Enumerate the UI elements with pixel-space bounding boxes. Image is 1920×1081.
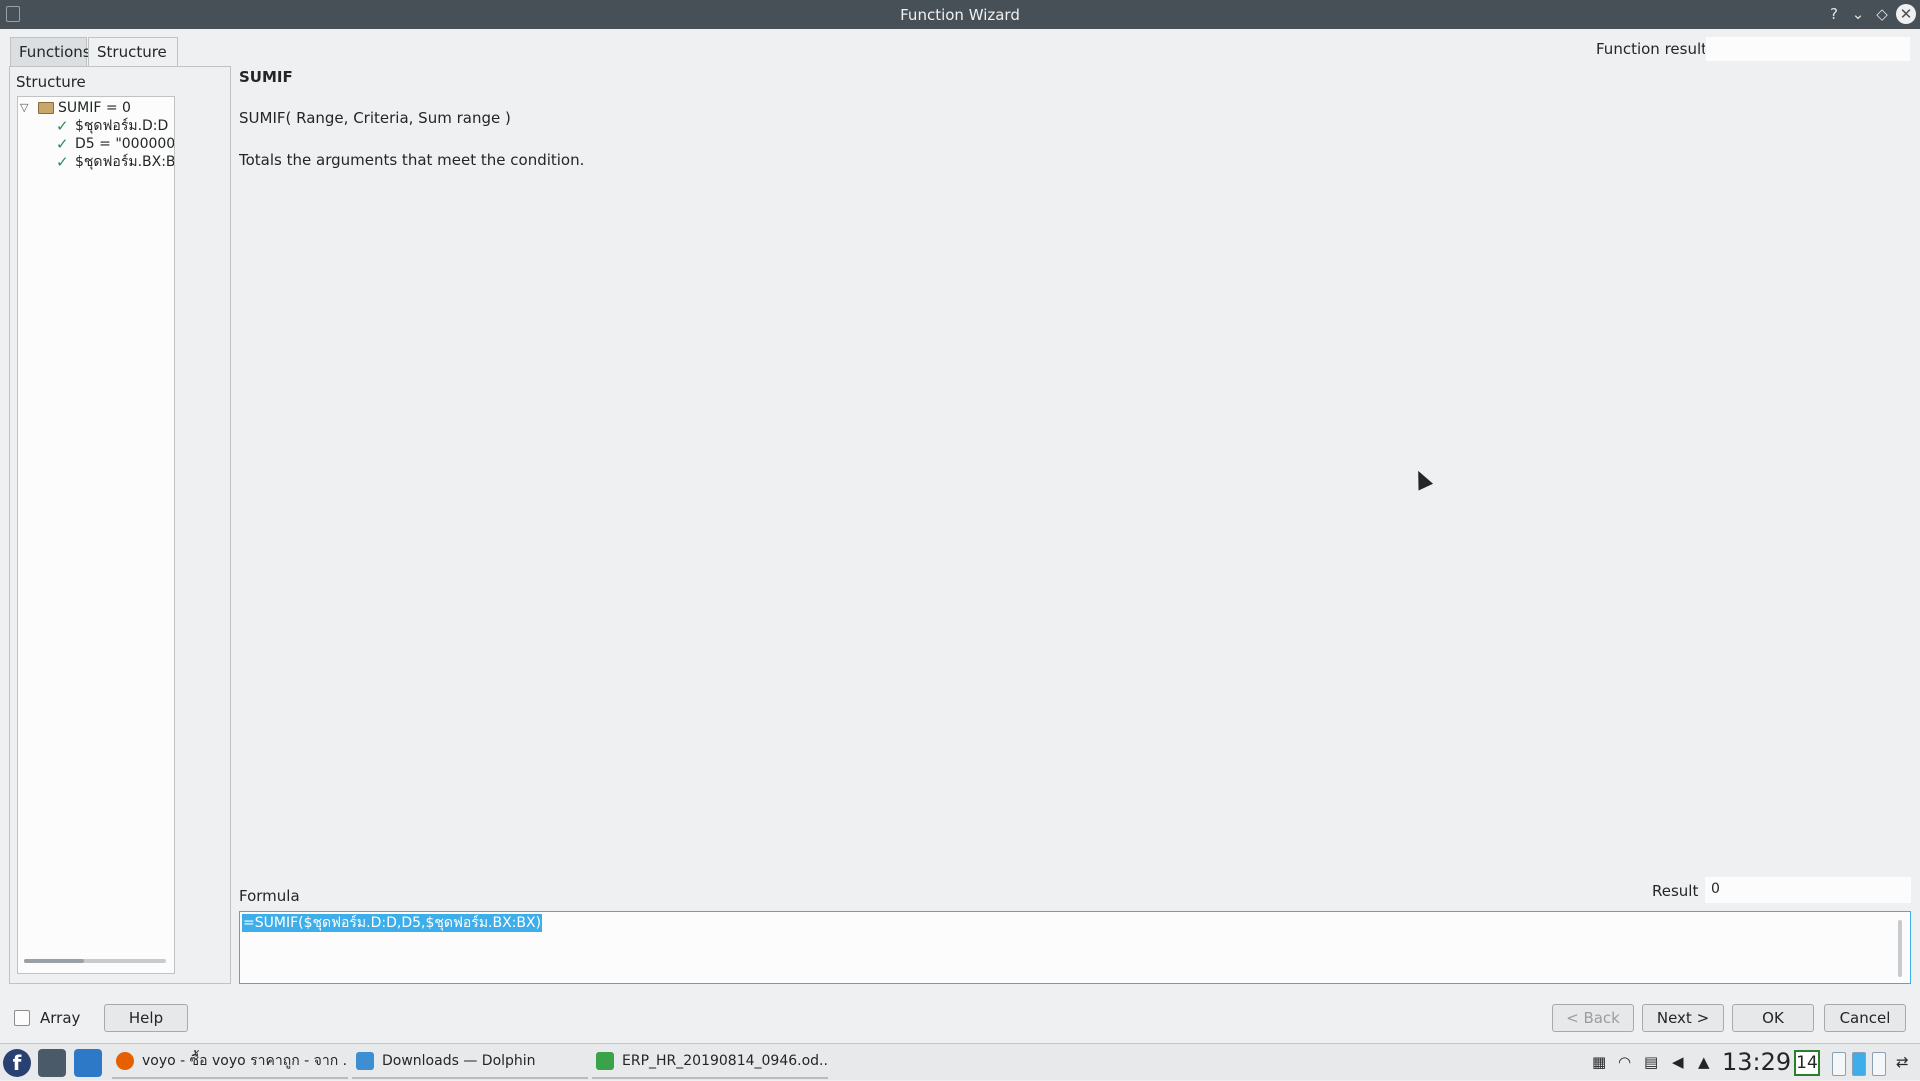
date-badge[interactable]: 14 xyxy=(1794,1050,1820,1076)
clock[interactable]: 13:29 xyxy=(1722,1046,1791,1079)
formula-text-selected[interactable]: =SUMIF($ชุดฟอร์ม.D:D,D5,$ชุดฟอร์ม.BX:BX) xyxy=(242,914,543,932)
cancel-button[interactable]: Cancel xyxy=(1824,1004,1906,1032)
ok-button[interactable]: OK xyxy=(1732,1004,1814,1032)
firefox-icon xyxy=(116,1052,134,1070)
file-manager-icon[interactable] xyxy=(74,1049,102,1077)
task-label: Downloads — Dolphin xyxy=(382,1053,536,1069)
panel-settings-icon[interactable]: ⇄ xyxy=(1896,1044,1909,1081)
maximize-icon[interactable]: ◇ xyxy=(1872,4,1892,24)
result-field: 0 xyxy=(1705,877,1911,903)
clipboard-icon[interactable]: ▤ xyxy=(1644,1044,1658,1081)
tree-item-criteria[interactable]: ✓ D5 = "0000001 xyxy=(18,135,174,153)
next-button[interactable]: Next > xyxy=(1642,1004,1724,1032)
structure-panel: Structure ▽ SUMIF = 0 ✓ $ชุดฟอร์ม.D:D = … xyxy=(9,66,231,984)
volume-icon[interactable]: ◀ xyxy=(1672,1044,1684,1081)
desktop-pager-1[interactable] xyxy=(1832,1052,1846,1076)
tab-structure[interactable]: Structure xyxy=(88,37,178,67)
window-title: Function Wizard xyxy=(900,6,1020,24)
task-label: voyo - ซื้อ voyo ราคาถูก - จาก ... xyxy=(142,1053,348,1069)
function-result-field xyxy=(1705,36,1911,62)
checkmark-icon: ✓ xyxy=(56,117,69,135)
chevron-down-icon[interactable]: ▽ xyxy=(20,99,34,117)
wifi-icon[interactable]: ◠ xyxy=(1618,1044,1631,1081)
back-button[interactable]: < Back xyxy=(1552,1004,1634,1032)
window-titlebar[interactable]: Function Wizard ? ⌄ ◇ ✕ xyxy=(0,0,1920,29)
tree-item-range[interactable]: ✓ $ชุดฟอร์ม.D:D = xyxy=(18,117,174,135)
tree-item-sum-range[interactable]: ✓ $ชุดฟอร์ม.BX:BX xyxy=(18,153,174,171)
function-signature: SUMIF( Range, Criteria, Sum range ) xyxy=(239,109,511,127)
structure-tree[interactable]: ▽ SUMIF = 0 ✓ $ชุดฟอร์ม.D:D = ✓ D5 = "00… xyxy=(17,96,175,974)
close-icon[interactable]: ✕ xyxy=(1896,4,1916,24)
help-button[interactable]: Help xyxy=(104,1004,188,1032)
folder-icon xyxy=(38,102,54,114)
help-icon[interactable]: ? xyxy=(1824,4,1844,24)
vertical-scrollbar[interactable] xyxy=(1898,920,1902,977)
tree-item-label: $ชุดฟอร์ม.D:D = xyxy=(75,118,175,134)
tree-item-label: D5 = "0000001 xyxy=(75,136,175,152)
task-label: ERP_HR_20190814_0946.od... xyxy=(622,1053,828,1069)
spreadsheet-icon xyxy=(596,1052,614,1070)
folder-icon xyxy=(356,1052,374,1070)
function-name: SUMIF xyxy=(239,68,293,86)
checkmark-icon: ✓ xyxy=(56,153,69,171)
horizontal-scrollbar[interactable] xyxy=(24,959,166,963)
screenshot-tool-icon[interactable] xyxy=(38,1049,66,1077)
function-result-label: Function result xyxy=(1596,40,1708,58)
application-launcher-icon[interactable]: f xyxy=(3,1049,31,1077)
desktop-pager-3[interactable] xyxy=(1872,1052,1886,1076)
array-checkbox[interactable] xyxy=(14,1010,30,1026)
taskbar-item-firefox[interactable]: voyo - ซื้อ voyo ราคาถูก - จาก ... xyxy=(112,1046,348,1079)
tree-item-label: SUMIF = 0 xyxy=(58,100,131,116)
minimize-icon[interactable]: ⌄ xyxy=(1848,4,1868,24)
tree-item-label: $ชุดฟอร์ม.BX:BX xyxy=(75,154,175,170)
formula-input[interactable]: =SUMIF($ชุดฟอร์ม.D:D,D5,$ชุดฟอร์ม.BX:BX) xyxy=(239,911,1911,984)
function-description: Totals the arguments that meet the condi… xyxy=(239,151,585,169)
scrollbar-thumb[interactable] xyxy=(24,959,84,963)
checkmark-icon: ✓ xyxy=(56,135,69,153)
us-flag-icon[interactable]: ▦ xyxy=(1592,1044,1606,1081)
taskbar-item-spreadsheet[interactable]: ERP_HR_20190814_0946.od... xyxy=(592,1046,828,1079)
chevron-up-icon[interactable]: ▲ xyxy=(1698,1044,1710,1081)
array-label[interactable]: Array xyxy=(40,1009,80,1027)
result-label: Result xyxy=(1652,882,1699,900)
desktop-pager-2[interactable] xyxy=(1852,1052,1866,1076)
structure-label: Structure xyxy=(16,73,86,91)
taskbar: f voyo - ซื้อ voyo ราคาถูก - จาก ... Dow… xyxy=(0,1043,1920,1080)
taskbar-item-dolphin[interactable]: Downloads — Dolphin xyxy=(352,1046,588,1079)
formula-label: Formula xyxy=(239,887,300,905)
tab-functions[interactable]: Functions xyxy=(10,37,91,67)
mouse-pointer-icon xyxy=(1410,467,1434,491)
tree-item-root[interactable]: ▽ SUMIF = 0 xyxy=(18,99,174,117)
